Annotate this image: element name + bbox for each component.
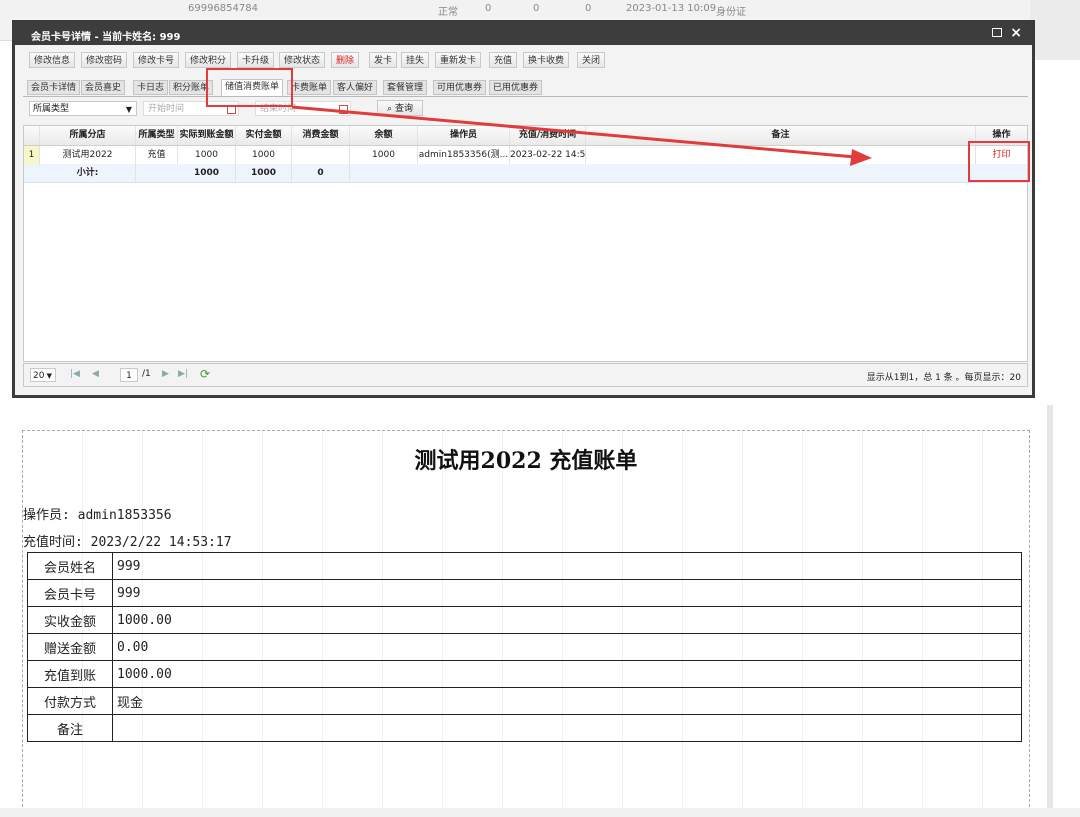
- arrow-line: [291, 105, 856, 159]
- receipt-label: 付款方式: [27, 687, 113, 715]
- receipt-time: 充值时间: 2023/2/22 14:53:17: [23, 535, 232, 550]
- arrow-head: [850, 149, 872, 166]
- receipt-row: 付款方式 现金: [27, 687, 1022, 715]
- receipt-value: 0.00: [112, 633, 1022, 661]
- receipt-operator: 操作员: admin1853356: [23, 508, 172, 523]
- receipt-value: [112, 714, 1022, 742]
- receipt-label: 会员卡号: [27, 579, 113, 607]
- receipt-label: 充值到账: [27, 660, 113, 688]
- receipt-label: 实收金额: [27, 606, 113, 634]
- receipt-label: 备注: [27, 714, 113, 742]
- receipt-value: 现金: [112, 687, 1022, 715]
- receipt-table: 会员姓名 999 会员卡号 999 实收金额 1000.00 赠送金额 0.00 充值到…: [27, 552, 1022, 742]
- receipt-value: 1000.00: [112, 660, 1022, 688]
- receipt-row: 会员姓名 999: [27, 552, 1022, 580]
- receipt-label: 赠送金额: [27, 633, 113, 661]
- receipt-row: 会员卡号 999: [27, 579, 1022, 607]
- receipt-row: 充值到账 1000.00: [27, 660, 1022, 688]
- bottom-bar: [0, 808, 1080, 817]
- receipt-row: 备注: [27, 714, 1022, 742]
- receipt-value: 999: [112, 552, 1022, 580]
- receipt-value: 1000.00: [112, 606, 1022, 634]
- recharge-receipt: 测试用2022 充值账单 操作员: admin1853356 充值时间: 202…: [22, 430, 1030, 817]
- receipt-label: 会员姓名: [27, 552, 113, 580]
- receipt-title: 测试用2022 充值账单: [414, 448, 638, 474]
- receipt-row: 实收金额 1000.00: [27, 606, 1022, 634]
- right-scrollbar[interactable]: [1047, 405, 1053, 817]
- receipt-row: 赠送金额 0.00: [27, 633, 1022, 661]
- receipt-value: 999: [112, 579, 1022, 607]
